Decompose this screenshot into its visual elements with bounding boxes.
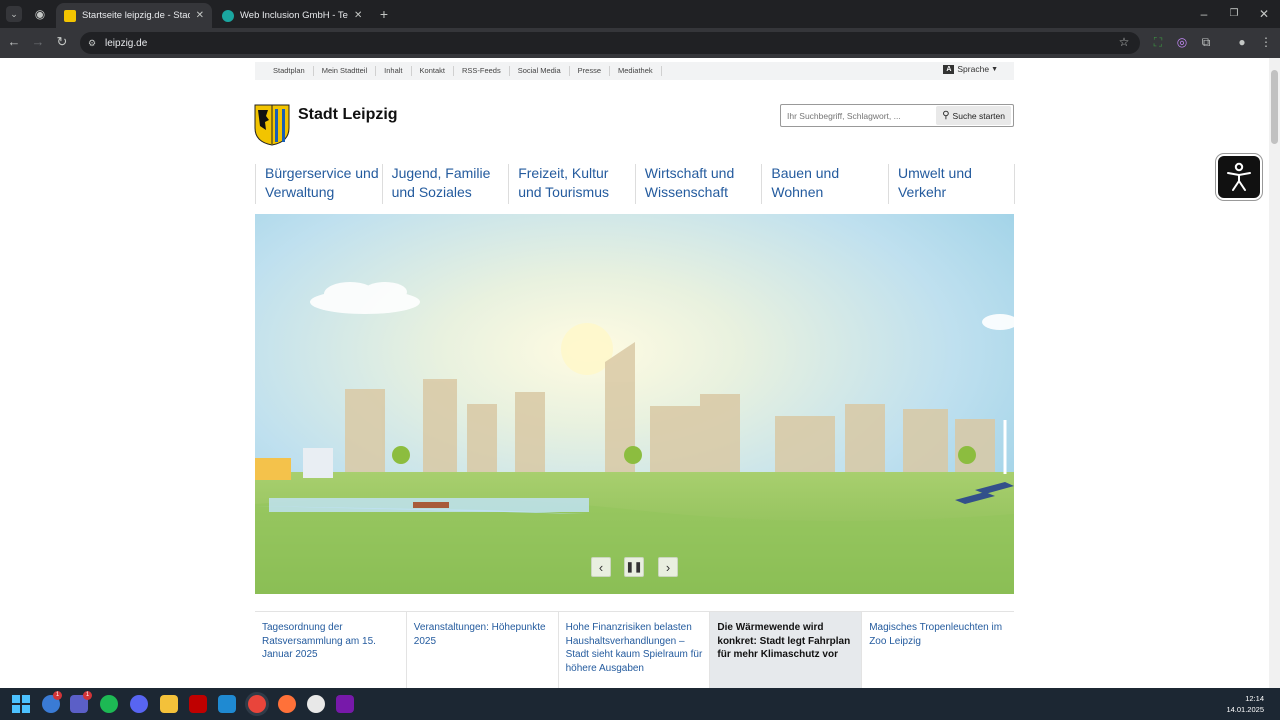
search-button[interactable]: ⚲ Suche starten bbox=[936, 106, 1011, 125]
filezilla-icon[interactable] bbox=[189, 695, 207, 713]
news-card[interactable]: Tagesordnung der Ratsversammlung am 15. … bbox=[255, 612, 407, 688]
leipzig-coat-of-arms-icon bbox=[254, 104, 290, 146]
github-icon[interactable] bbox=[307, 695, 325, 713]
notification-badge: 1 bbox=[53, 691, 62, 700]
hero-pause-button[interactable]: ❚❚ bbox=[624, 557, 644, 577]
site-info-icon[interactable]: ⚙ bbox=[88, 38, 96, 49]
tab-strip: ⌄ ◉ Startseite leipzig.de - Stadt Leipzi… bbox=[0, 0, 1280, 28]
topnav-social-media[interactable]: Social Media bbox=[510, 66, 570, 76]
news-card[interactable]: Hohe Finanzrisiken belasten Haushaltsver… bbox=[558, 612, 711, 688]
topnav-inhalt[interactable]: Inhalt bbox=[376, 66, 412, 76]
windows-taskbar: 1 1 12:14 14.01.2025 bbox=[0, 688, 1280, 720]
windows-start-icon[interactable] bbox=[12, 695, 30, 713]
webinclusion-favicon-icon bbox=[222, 9, 234, 22]
extensions-puzzle-icon[interactable]: ⧉ bbox=[1198, 34, 1214, 50]
nav-jugend-familie[interactable]: Jugend, Familie und Soziales bbox=[381, 164, 509, 204]
topnav-rss-feeds[interactable]: RSS-Feeds bbox=[454, 66, 510, 76]
topnav-presse[interactable]: Presse bbox=[570, 66, 611, 76]
chat-app-icon[interactable] bbox=[100, 695, 118, 713]
tab-search-icon[interactable]: ⌄ bbox=[6, 6, 22, 22]
restore-icon[interactable]: ❐ bbox=[1226, 6, 1242, 22]
system-clock[interactable]: 12:14 14.01.2025 bbox=[1226, 693, 1264, 715]
search-bar: ⚲ Suche starten bbox=[780, 104, 1014, 127]
vscode-icon[interactable] bbox=[218, 695, 236, 713]
back-icon[interactable]: ← bbox=[6, 34, 22, 50]
hero-next-button[interactable]: › bbox=[658, 557, 678, 577]
chevron-down-icon: ▼ bbox=[991, 65, 998, 73]
search-icon: ⚲ bbox=[942, 110, 950, 121]
language-selector[interactable]: A Sprache ▼ bbox=[943, 64, 998, 74]
news-card[interactable]: Veranstaltungen: Höhepunkte 2025 bbox=[406, 612, 559, 688]
file-explorer-icon[interactable] bbox=[160, 695, 178, 713]
profile-extension-icon[interactable]: ◎ bbox=[1174, 34, 1190, 50]
forward-icon[interactable]: → bbox=[30, 34, 46, 50]
logo-text: Stadt Leipzig bbox=[298, 106, 398, 123]
hero-prev-button[interactable]: ‹ bbox=[591, 557, 611, 577]
page-scrollbar[interactable] bbox=[1269, 58, 1280, 688]
site-logo[interactable]: Stadt Leipzig bbox=[254, 104, 398, 146]
nav-wirtschaft[interactable]: Wirtschaft und Wissenschaft bbox=[634, 164, 762, 204]
onenote-icon[interactable] bbox=[336, 695, 354, 713]
notification-badge: 1 bbox=[83, 691, 92, 700]
hero-illustration bbox=[255, 214, 1014, 594]
tab-leipzig[interactable]: Startseite leipzig.de - Stadt Leipzig ✕ bbox=[56, 3, 212, 28]
extension-icon[interactable]: ⛶ bbox=[1150, 34, 1166, 50]
leipzig-favicon-icon bbox=[64, 9, 76, 22]
accessibility-button[interactable] bbox=[1216, 154, 1262, 200]
close-icon[interactable]: ✕ bbox=[354, 10, 362, 21]
menu-icon[interactable]: ⋮ bbox=[1258, 34, 1274, 50]
service-nav: Stadtplan Mein Stadtteil Inhalt Kontakt … bbox=[255, 62, 1014, 80]
address-bar[interactable]: ⚙ leipzig.de bbox=[80, 32, 1140, 54]
bookmark-star-icon[interactable]: ☆ bbox=[1116, 34, 1132, 50]
topnav-mein-stadtteil[interactable]: Mein Stadtteil bbox=[314, 66, 377, 76]
search-input[interactable] bbox=[781, 110, 937, 121]
tab-webinclusion[interactable]: Web Inclusion GmbH - Technical ✕ bbox=[214, 3, 372, 28]
topnav-kontakt[interactable]: Kontakt bbox=[412, 66, 454, 76]
topnav-stadtplan[interactable]: Stadtplan bbox=[265, 66, 314, 76]
chrome-icon[interactable] bbox=[248, 695, 266, 713]
news-teaser-tabs: Tagesordnung der Ratsversammlung am 15. … bbox=[255, 611, 1014, 688]
account-icon[interactable]: ● bbox=[1234, 34, 1250, 50]
browser-chrome: ⌄ ◉ Startseite leipzig.de - Stadt Leipzi… bbox=[0, 0, 1280, 58]
news-card-active[interactable]: Die Wärmewende wird konkret: Stadt legt … bbox=[710, 612, 863, 688]
reload-icon[interactable]: ↻ bbox=[54, 34, 70, 50]
nav-bauen-wohnen[interactable]: Bauen und Wohnen bbox=[761, 164, 888, 204]
minimize-icon[interactable]: – bbox=[1196, 6, 1212, 22]
firefox-icon[interactable] bbox=[278, 695, 296, 713]
window-close-icon[interactable]: ✕ bbox=[1256, 6, 1272, 22]
topnav-mediathek[interactable]: Mediathek bbox=[610, 66, 662, 76]
chevron-right-icon: › bbox=[665, 559, 671, 575]
chevron-left-icon: ‹ bbox=[598, 559, 604, 575]
main-nav: Bürgerservice und Verwaltung Jugend, Fami… bbox=[255, 164, 1015, 204]
record-icon[interactable]: ◉ bbox=[32, 6, 48, 22]
discord-icon[interactable] bbox=[130, 695, 148, 713]
close-icon[interactable]: ✕ bbox=[196, 10, 204, 21]
nav-freizeit-kultur[interactable]: Freizeit, Kultur und Tourismus bbox=[508, 164, 635, 204]
accessibility-person-icon bbox=[1227, 162, 1251, 191]
nav-buergerservice[interactable]: Bürgerservice und Verwaltung bbox=[255, 164, 382, 204]
news-card[interactable]: Magisches Tropenleuchten im Zoo Leipzig bbox=[862, 612, 1014, 688]
pause-icon: ❚❚ bbox=[625, 561, 643, 573]
nav-umwelt-verkehr[interactable]: Umwelt und Verkehr bbox=[887, 164, 1015, 204]
language-icon: A bbox=[943, 64, 955, 74]
web-page: Stadtplan Mein Stadtteil Inhalt Kontakt … bbox=[0, 58, 1269, 688]
scrollbar-thumb[interactable] bbox=[1271, 70, 1278, 144]
new-tab-icon[interactable]: + bbox=[376, 6, 392, 22]
browser-toolbar: ← → ↻ ⚙ leipzig.de ☆ ⛶ ◎ ⧉ ● ⋮ bbox=[0, 28, 1280, 58]
